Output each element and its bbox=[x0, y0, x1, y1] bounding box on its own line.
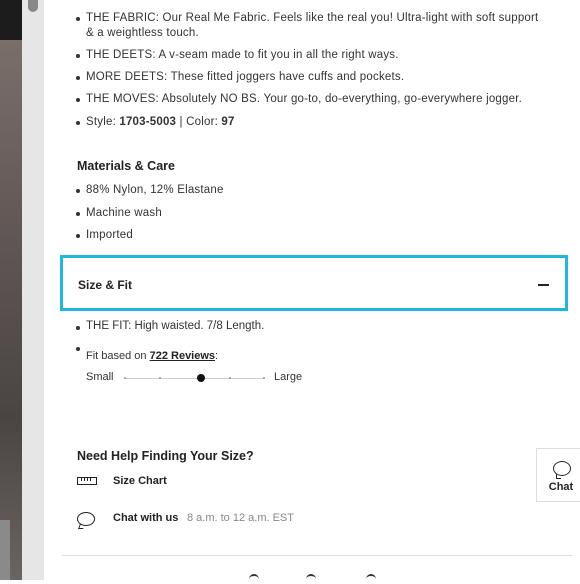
scale-min-label: Small bbox=[86, 371, 114, 383]
scale-track bbox=[124, 378, 264, 379]
scale-indicator bbox=[197, 374, 205, 382]
scale-tick bbox=[229, 377, 231, 379]
ruler-icon bbox=[77, 477, 97, 485]
material-item: Imported bbox=[76, 228, 546, 243]
scale-tick bbox=[159, 377, 161, 379]
chat-bubble-icon bbox=[553, 461, 571, 479]
fit-based-on: Fit based on 722 Reviews: bbox=[75, 347, 219, 362]
fit-scale: Small Large bbox=[86, 370, 386, 386]
detail-moves: THE MOVES: Absolutely NO BS. Your go-to,… bbox=[76, 92, 546, 107]
size-chart-label[interactable]: Size Chart bbox=[113, 475, 167, 487]
scale-tick bbox=[124, 377, 126, 379]
detail-deets: THE DEETS: A v-seam made to fit you in a… bbox=[76, 48, 546, 63]
social-links bbox=[44, 570, 580, 580]
style-label: Style: bbox=[86, 116, 120, 128]
product-details-panel: THE FABRIC: Our Real Me Fabric. Feels li… bbox=[44, 0, 580, 580]
product-image-edge bbox=[0, 40, 22, 580]
detail-fabric: THE FABRIC: Our Real Me Fabric. Feels li… bbox=[76, 11, 546, 41]
detail-style-color: Style: 1703-5003 | Color: 97 bbox=[76, 115, 546, 130]
chat-widget-button[interactable]: Chat bbox=[536, 448, 580, 502]
chat-hours: 8 a.m. to 12 a.m. EST bbox=[187, 512, 294, 524]
scrollbar-track[interactable] bbox=[22, 0, 44, 580]
section-divider bbox=[62, 555, 572, 556]
color-value: 97 bbox=[221, 116, 235, 128]
reviews-link[interactable]: 722 Reviews bbox=[150, 350, 215, 362]
twitter-icon[interactable] bbox=[306, 574, 316, 584]
facebook-icon[interactable] bbox=[249, 574, 259, 584]
fit-based-suffix: : bbox=[215, 350, 219, 362]
size-fit-title: Size & Fit bbox=[78, 278, 133, 292]
scale-max-label: Large bbox=[274, 371, 303, 383]
chat-widget-label: Chat bbox=[548, 481, 574, 493]
scrollbar-thumb[interactable] bbox=[28, 0, 38, 12]
product-image-edge-light bbox=[0, 520, 10, 580]
materials-title: Materials & Care bbox=[77, 159, 175, 173]
style-value: 1703-5003 bbox=[119, 116, 177, 128]
chat-bubble-icon bbox=[77, 512, 95, 526]
fit-based-prefix: Fit based on bbox=[86, 350, 150, 362]
help-title: Need Help Finding Your Size? bbox=[77, 449, 254, 463]
pinterest-icon[interactable] bbox=[366, 574, 376, 584]
color-label: | Color: bbox=[176, 116, 222, 128]
scale-tick bbox=[263, 377, 265, 379]
background-page bbox=[0, 0, 44, 580]
collapse-minus-icon[interactable] bbox=[538, 284, 549, 286]
material-item: 88% Nylon, 12% Elastane bbox=[76, 183, 546, 198]
detail-more-deets: MORE DEETS: These fitted joggers have cu… bbox=[76, 70, 546, 85]
chat-with-us-label[interactable]: Chat with us bbox=[113, 512, 178, 524]
fit-description: THE FIT: High waisted. 7/8 Length. bbox=[75, 320, 265, 332]
material-item: Machine wash bbox=[76, 206, 546, 221]
size-fit-accordion-header[interactable]: Size & Fit bbox=[60, 255, 568, 311]
